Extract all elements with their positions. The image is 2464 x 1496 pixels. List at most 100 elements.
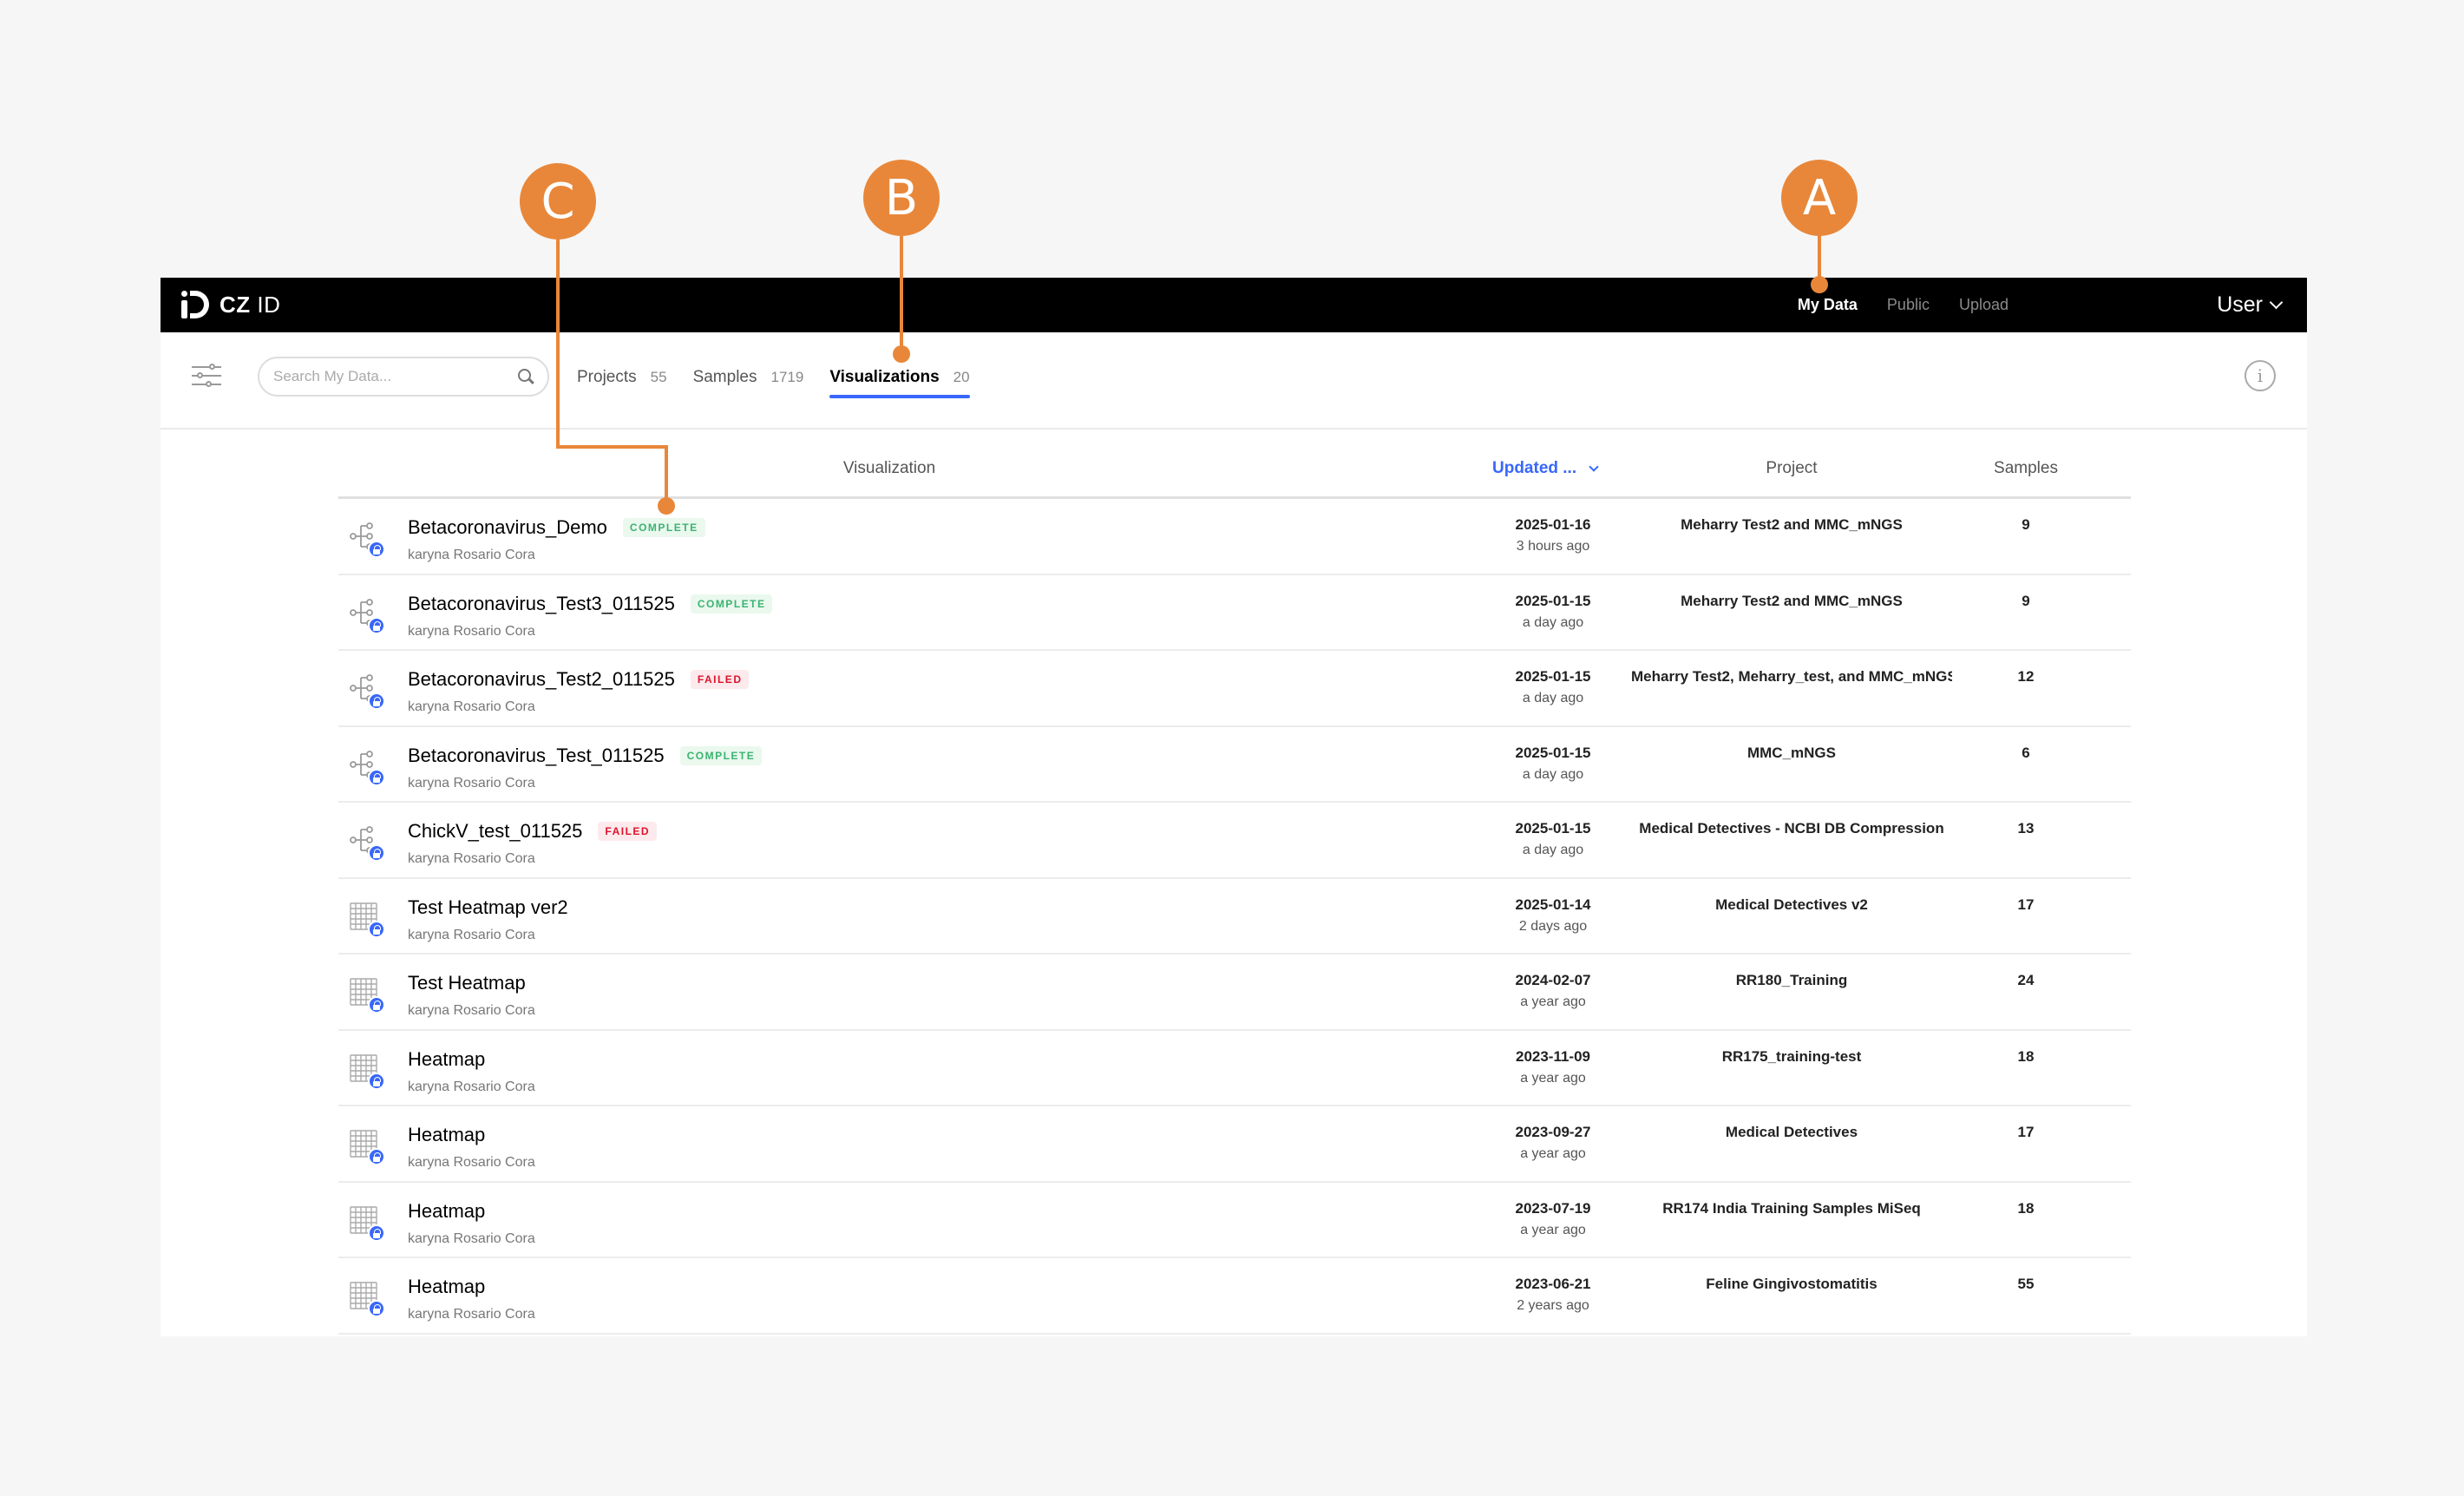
column-header-updated[interactable]: Updated ... (1492, 459, 1599, 478)
updated-relative: a year ago (1520, 1070, 1586, 1086)
table-row[interactable]: Betacoronavirus_Test_011525 COMPLETE karyn… (338, 727, 2131, 803)
owner-name: karyna Rosario Cora (408, 1155, 535, 1170)
visualization-name[interactable]: Betacoronavirus_Test2_011525 (408, 668, 675, 691)
callout-b-dot (893, 345, 910, 363)
project-name: RR174 India Training Samples MiSeq (1662, 1199, 1921, 1217)
main-nav: My Data Public Upload (1798, 278, 2009, 332)
visualization-name[interactable]: Betacoronavirus_Test_011525 (408, 745, 665, 767)
updated-date: 2023-07-19 (1515, 1199, 1591, 1217)
user-menu[interactable]: User (2217, 278, 2284, 332)
visualization-name[interactable]: Heatmap (408, 1276, 485, 1298)
updated-date: 2023-06-21 (1515, 1276, 1591, 1292)
status-badge: FAILED (690, 670, 750, 689)
visualization-name[interactable]: ChickV_test_011525 (408, 820, 582, 843)
visualization-name[interactable]: Test Heatmap ver2 (408, 896, 568, 919)
visualization-name[interactable]: Heatmap (408, 1124, 485, 1146)
updated-relative: 2 years ago (1517, 1298, 1589, 1313)
table-row[interactable]: Heatmap karyna Rosario Cora 2023-06-21 2 ye… (338, 1258, 2131, 1335)
visualization-name[interactable]: Betacoronavirus_Test3_011525 (408, 593, 675, 615)
nav-upload[interactable]: Upload (1959, 296, 2009, 314)
visualization-name[interactable]: Heatmap (408, 1200, 485, 1223)
visualization-name-cell: Heatmap (408, 1048, 485, 1071)
project-name: RR175_training-test (1721, 1047, 1862, 1065)
search-icon[interactable] (518, 369, 534, 384)
updated-relative: a day ago (1522, 843, 1584, 857)
sample-count: 18 (2017, 1047, 2035, 1065)
column-header-project[interactable]: Project (1631, 459, 1952, 478)
callout-a-line (1818, 234, 1821, 282)
heatmap-type-icon (349, 1205, 387, 1243)
visualizations-table: Visualization Updated ... Project Sample… (338, 430, 2131, 1335)
sample-count: 24 (2017, 972, 2035, 988)
nav-my-data[interactable]: My Data (1798, 296, 1858, 314)
lock-icon (368, 844, 385, 862)
tab-samples[interactable]: Samples 1719 (693, 357, 804, 398)
table-row[interactable]: Test Heatmap ver2 karyna Rosario Cora 2025… (338, 879, 2131, 955)
callout-c: C (520, 163, 596, 239)
heatmap-type-icon (349, 977, 387, 1015)
tab-projects[interactable]: Projects 55 (577, 357, 667, 398)
app-window: CZ ID My Data Public Upload User Project… (161, 278, 2307, 1336)
project-name: Meharry Test2 and MMC_mNGS (1681, 516, 1903, 533)
updated-date: 2024-02-07 (1515, 972, 1591, 988)
status-badge: FAILED (598, 822, 658, 841)
tab-count: 55 (650, 369, 667, 385)
sample-count: 9 (2022, 516, 2030, 533)
visualization-name-cell: Test Heatmap ver2 (408, 896, 568, 919)
tab-label: Visualizations (829, 368, 940, 386)
tab-count: 20 (953, 369, 970, 385)
phylo-tree-type-icon (349, 750, 387, 788)
sample-count: 9 (2022, 592, 2030, 609)
visualization-name[interactable]: Test Heatmap (408, 972, 526, 994)
updated-relative: a year ago (1520, 1222, 1586, 1237)
column-header-visualization[interactable]: Visualization (338, 459, 1440, 478)
visualization-name[interactable]: Heatmap (408, 1048, 485, 1071)
status-badge: COMPLETE (622, 518, 705, 537)
table-row[interactable]: Heatmap karyna Rosario Cora 2023-11-09 a ye… (338, 1031, 2131, 1106)
updated-date: 2025-01-15 (1515, 592, 1591, 609)
visualization-name[interactable]: Betacoronavirus_Demo (408, 516, 607, 539)
sample-count: 12 (2017, 668, 2035, 685)
visualization-name-cell: ChickV_test_011525 FAILED (408, 820, 658, 843)
table-header: Visualization Updated ... Project Sample… (338, 430, 2131, 499)
heatmap-type-icon (349, 1129, 387, 1167)
search-input[interactable] (273, 368, 518, 385)
table-row[interactable]: ChickV_test_011525 FAILED karyna Rosario C… (338, 803, 2131, 879)
phylo-tree-type-icon (349, 825, 387, 863)
czid-logo[interactable]: CZ ID (181, 286, 280, 323)
callout-a: A (1781, 160, 1858, 236)
updated-relative: a day ago (1522, 614, 1584, 630)
owner-name: karyna Rosario Cora (408, 927, 535, 942)
updated-date: 2025-01-16 (1515, 516, 1591, 533)
table-row[interactable]: Betacoronavirus_Demo COMPLETE karyna Rosar… (338, 499, 2131, 575)
table-row[interactable]: Betacoronavirus_Test2_011525 FAILED karyna… (338, 651, 2131, 727)
info-icon[interactable]: i (2244, 360, 2276, 391)
status-badge: COMPLETE (679, 745, 763, 765)
table-row[interactable]: Betacoronavirus_Test3_011525 COMPLETE kary… (338, 575, 2131, 651)
column-header-samples[interactable]: Samples (1961, 459, 2091, 478)
visualization-name-cell: Betacoronavirus_Test_011525 COMPLETE (408, 745, 763, 767)
visualization-name-cell: Betacoronavirus_Test2_011525 FAILED (408, 668, 750, 691)
table-row[interactable]: Test Heatmap karyna Rosario Cora 2024-02-0… (338, 955, 2131, 1031)
owner-name: karyna Rosario Cora (408, 851, 535, 866)
discovery-header: Projects 55 Samples 1719 Visualizations … (161, 332, 2307, 430)
sample-count: 18 (2017, 1199, 2035, 1217)
top-navigation-bar: CZ ID My Data Public Upload User (161, 278, 2307, 332)
lock-icon (368, 616, 385, 634)
search-box (258, 357, 549, 397)
lock-icon (368, 996, 385, 1014)
updated-date: 2023-09-27 (1515, 1124, 1591, 1140)
table-row[interactable]: Heatmap karyna Rosario Cora 2023-07-19 a ye… (338, 1183, 2131, 1258)
tab-label: Projects (577, 368, 637, 386)
nav-public[interactable]: Public (1887, 296, 1930, 314)
callout-b-line (900, 234, 903, 352)
owner-name: karyna Rosario Cora (408, 699, 535, 714)
lock-icon (368, 1148, 385, 1165)
lock-icon (368, 1224, 385, 1242)
table-row[interactable]: Heatmap karyna Rosario Cora 2023-09-27 a ye… (338, 1106, 2131, 1183)
project-name: Medical Detectives (1725, 1124, 1858, 1140)
updated-relative: a year ago (1520, 994, 1586, 1009)
status-badge: COMPLETE (690, 594, 773, 613)
tab-visualizations[interactable]: Visualizations 20 (829, 357, 970, 398)
filters-toggle-icon[interactable] (192, 363, 221, 389)
